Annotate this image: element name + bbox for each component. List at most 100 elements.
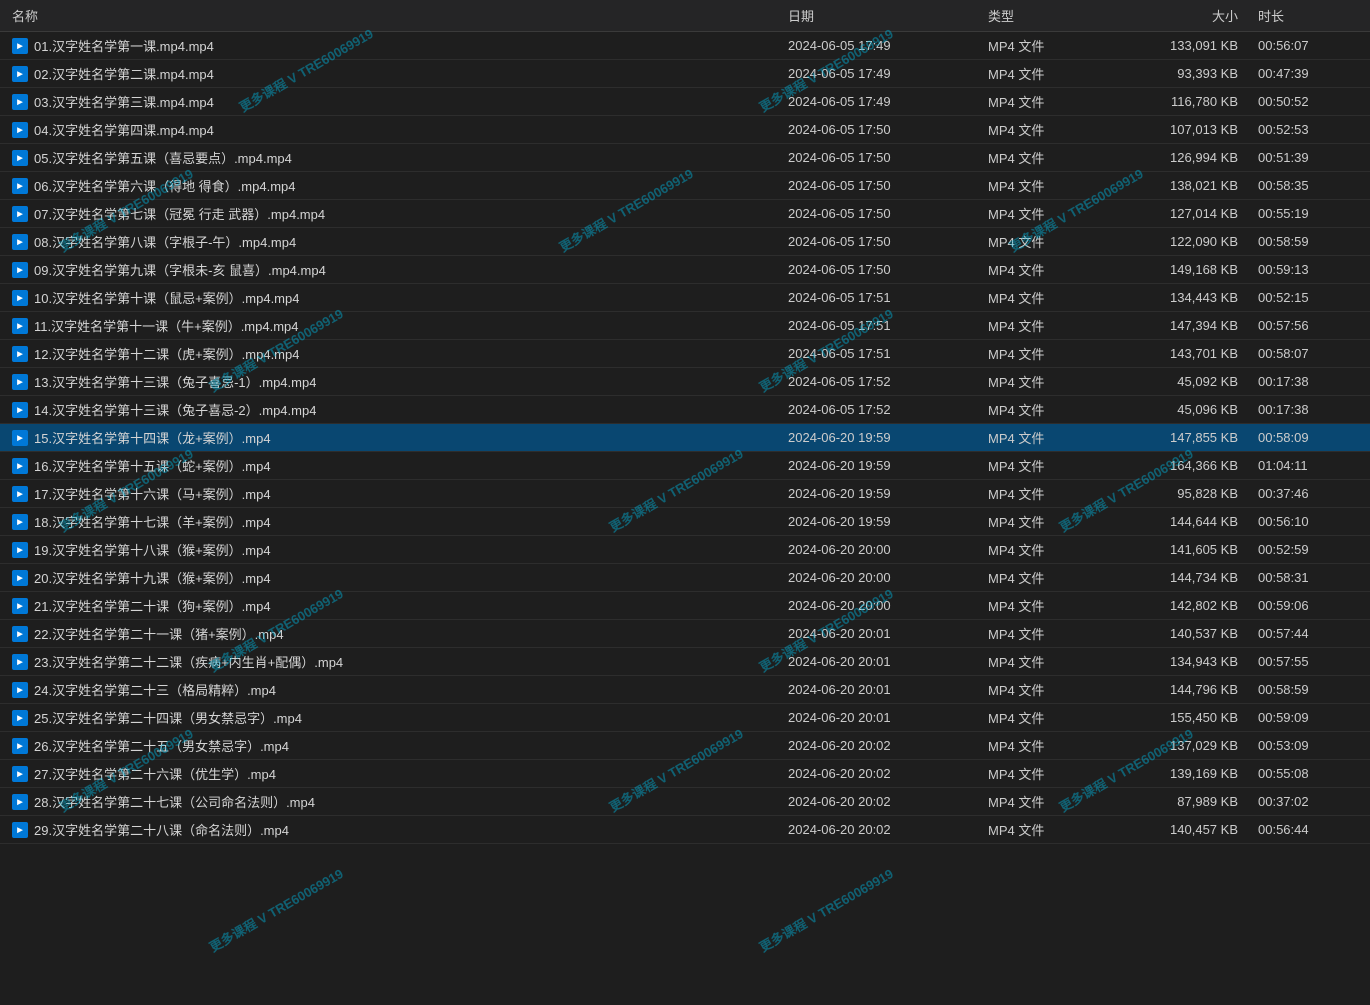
file-type: MP4 文件 [988, 792, 1128, 811]
table-row[interactable]: ▶ 24.汉字姓名学第二十三（格局精粹）.mp4 2024-06-20 20:0… [0, 676, 1370, 704]
mp4-icon: ▶ [12, 598, 28, 614]
watermark: 更多课程 V TRE60069919 [205, 863, 346, 955]
table-row[interactable]: ▶ 08.汉字姓名学第八课（字根子-午）.mp4.mp4 2024-06-05 … [0, 228, 1370, 256]
file-name-text: 22.汉字姓名学第二十一课（猪+案例）.mp4 [34, 624, 284, 643]
table-row[interactable]: ▶ 29.汉字姓名学第二十八课（命名法则）.mp4 2024-06-20 20:… [0, 816, 1370, 844]
file-name-text: 24.汉字姓名学第二十三（格局精粹）.mp4 [34, 680, 276, 699]
file-duration: 00:37:02 [1258, 794, 1358, 809]
file-name-cell: ▶ 18.汉字姓名学第十七课（羊+案例）.mp4 [12, 512, 788, 531]
table-row[interactable]: ▶ 28.汉字姓名学第二十七课（公司命名法则）.mp4 2024-06-20 2… [0, 788, 1370, 816]
file-type: MP4 文件 [988, 36, 1128, 55]
table-row[interactable]: ▶ 27.汉字姓名学第二十六课（优生学）.mp4 2024-06-20 20:0… [0, 760, 1370, 788]
file-date: 2024-06-20 20:02 [788, 766, 988, 781]
file-duration: 00:56:10 [1258, 514, 1358, 529]
file-date: 2024-06-20 20:00 [788, 542, 988, 557]
table-row[interactable]: ▶ 23.汉字姓名学第二十二课（疾病+内生肖+配偶）.mp4 2024-06-2… [0, 648, 1370, 676]
file-size: 45,096 KB [1128, 402, 1258, 417]
mp4-icon: ▶ [12, 374, 28, 390]
col-duration-header: 时长 [1258, 6, 1358, 25]
file-date: 2024-06-05 17:49 [788, 38, 988, 53]
file-name-cell: ▶ 23.汉字姓名学第二十二课（疾病+内生肖+配偶）.mp4 [12, 652, 788, 671]
file-name-cell: ▶ 17.汉字姓名学第十六课（马+案例）.mp4 [12, 484, 788, 503]
file-size: 149,168 KB [1128, 262, 1258, 277]
file-size: 87,989 KB [1128, 794, 1258, 809]
file-duration: 00:17:38 [1258, 374, 1358, 389]
file-type: MP4 文件 [988, 540, 1128, 559]
file-size: 142,802 KB [1128, 598, 1258, 613]
table-row[interactable]: ▶ 13.汉字姓名学第十三课（兔子喜忌-1）.mp4.mp4 2024-06-0… [0, 368, 1370, 396]
mp4-icon: ▶ [12, 346, 28, 362]
file-size: 144,644 KB [1128, 514, 1258, 529]
file-name-cell: ▶ 22.汉字姓名学第二十一课（猪+案例）.mp4 [12, 624, 788, 643]
col-size-header: 大小 [1128, 6, 1258, 25]
mp4-icon: ▶ [12, 150, 28, 166]
file-duration: 00:57:44 [1258, 626, 1358, 641]
file-name-cell: ▶ 04.汉字姓名学第四课.mp4.mp4 [12, 120, 788, 139]
file-size: 126,994 KB [1128, 150, 1258, 165]
file-name-cell: ▶ 16.汉字姓名学第十五课（蛇+案例）.mp4 [12, 456, 788, 475]
file-name-cell: ▶ 03.汉字姓名学第三课.mp4.mp4 [12, 92, 788, 111]
file-name-text: 10.汉字姓名学第十课（鼠忌+案例）.mp4.mp4 [34, 288, 299, 307]
file-size: 134,443 KB [1128, 290, 1258, 305]
table-row[interactable]: ▶ 21.汉字姓名学第二十课（狗+案例）.mp4 2024-06-20 20:0… [0, 592, 1370, 620]
table-row[interactable]: ▶ 15.汉字姓名学第十四课（龙+案例）.mp4 2024-06-20 19:5… [0, 424, 1370, 452]
table-row[interactable]: ▶ 07.汉字姓名学第七课（冠冕 行走 武器）.mp4.mp4 2024-06-… [0, 200, 1370, 228]
file-type: MP4 文件 [988, 232, 1128, 251]
file-name-text: 04.汉字姓名学第四课.mp4.mp4 [34, 120, 214, 139]
file-type: MP4 文件 [988, 288, 1128, 307]
file-name-cell: ▶ 06.汉字姓名学第六课（得地 得食）.mp4.mp4 [12, 176, 788, 195]
table-row[interactable]: ▶ 12.汉字姓名学第十二课（虎+案例）.mp4.mp4 2024-06-05 … [0, 340, 1370, 368]
table-row[interactable]: ▶ 10.汉字姓名学第十课（鼠忌+案例）.mp4.mp4 2024-06-05 … [0, 284, 1370, 312]
file-size: 116,780 KB [1128, 94, 1258, 109]
table-row[interactable]: ▶ 17.汉字姓名学第十六课（马+案例）.mp4 2024-06-20 19:5… [0, 480, 1370, 508]
col-name-header: 名称 [12, 6, 788, 25]
table-row[interactable]: ▶ 01.汉字姓名学第一课.mp4.mp4 2024-06-05 17:49 M… [0, 32, 1370, 60]
file-duration: 00:56:07 [1258, 38, 1358, 53]
file-type: MP4 文件 [988, 596, 1128, 615]
file-date: 2024-06-20 20:02 [788, 794, 988, 809]
mp4-icon: ▶ [12, 822, 28, 838]
table-row[interactable]: ▶ 02.汉字姓名学第二课.mp4.mp4 2024-06-05 17:49 M… [0, 60, 1370, 88]
file-size: 45,092 KB [1128, 374, 1258, 389]
file-name-text: 08.汉字姓名学第八课（字根子-午）.mp4.mp4 [34, 232, 296, 251]
file-duration: 00:58:59 [1258, 682, 1358, 697]
file-date: 2024-06-20 20:01 [788, 682, 988, 697]
file-name-text: 19.汉字姓名学第十八课（猴+案例）.mp4 [34, 540, 271, 559]
table-row[interactable]: ▶ 03.汉字姓名学第三课.mp4.mp4 2024-06-05 17:49 M… [0, 88, 1370, 116]
table-row[interactable]: ▶ 16.汉字姓名学第十五课（蛇+案例）.mp4 2024-06-20 19:5… [0, 452, 1370, 480]
file-size: 147,855 KB [1128, 430, 1258, 445]
file-name-cell: ▶ 13.汉字姓名学第十三课（兔子喜忌-1）.mp4.mp4 [12, 372, 788, 391]
table-row[interactable]: ▶ 25.汉字姓名学第二十四课（男女禁忌字）.mp4 2024-06-20 20… [0, 704, 1370, 732]
file-type: MP4 文件 [988, 64, 1128, 83]
table-row[interactable]: ▶ 14.汉字姓名学第十三课（兔子喜忌-2）.mp4.mp4 2024-06-0… [0, 396, 1370, 424]
file-size: 127,014 KB [1128, 206, 1258, 221]
file-duration: 00:47:39 [1258, 66, 1358, 81]
file-date: 2024-06-20 19:59 [788, 486, 988, 501]
table-row[interactable]: ▶ 20.汉字姓名学第十九课（猴+案例）.mp4 2024-06-20 20:0… [0, 564, 1370, 592]
mp4-icon: ▶ [12, 178, 28, 194]
file-date: 2024-06-05 17:50 [788, 262, 988, 277]
table-row[interactable]: ▶ 04.汉字姓名学第四课.mp4.mp4 2024-06-05 17:50 M… [0, 116, 1370, 144]
table-row[interactable]: ▶ 05.汉字姓名学第五课（喜忌要点）.mp4.mp4 2024-06-05 1… [0, 144, 1370, 172]
table-row[interactable]: ▶ 09.汉字姓名学第九课（字根未-亥 鼠喜）.mp4.mp4 2024-06-… [0, 256, 1370, 284]
file-size: 147,394 KB [1128, 318, 1258, 333]
file-name-text: 03.汉字姓名学第三课.mp4.mp4 [34, 92, 214, 111]
file-size: 139,169 KB [1128, 766, 1258, 781]
table-row[interactable]: ▶ 18.汉字姓名学第十七课（羊+案例）.mp4 2024-06-20 19:5… [0, 508, 1370, 536]
file-duration: 00:58:07 [1258, 346, 1358, 361]
table-row[interactable]: ▶ 06.汉字姓名学第六课（得地 得食）.mp4.mp4 2024-06-05 … [0, 172, 1370, 200]
table-row[interactable]: ▶ 26.汉字姓名学第二十五（男女禁忌字）.mp4 2024-06-20 20:… [0, 732, 1370, 760]
file-name-text: 13.汉字姓名学第十三课（兔子喜忌-1）.mp4.mp4 [34, 372, 316, 391]
table-row[interactable]: ▶ 11.汉字姓名学第十一课（牛+案例）.mp4.mp4 2024-06-05 … [0, 312, 1370, 340]
mp4-icon: ▶ [12, 682, 28, 698]
mp4-icon: ▶ [12, 66, 28, 82]
file-duration: 00:56:44 [1258, 822, 1358, 837]
file-size: 137,029 KB [1128, 738, 1258, 753]
table-row[interactable]: ▶ 22.汉字姓名学第二十一课（猪+案例）.mp4 2024-06-20 20:… [0, 620, 1370, 648]
file-duration: 00:50:52 [1258, 94, 1358, 109]
file-name-text: 23.汉字姓名学第二十二课（疾病+内生肖+配偶）.mp4 [34, 652, 343, 671]
table-row[interactable]: ▶ 19.汉字姓名学第十八课（猴+案例）.mp4 2024-06-20 20:0… [0, 536, 1370, 564]
mp4-icon: ▶ [12, 290, 28, 306]
file-duration: 00:57:55 [1258, 654, 1358, 669]
file-date: 2024-06-05 17:50 [788, 122, 988, 137]
